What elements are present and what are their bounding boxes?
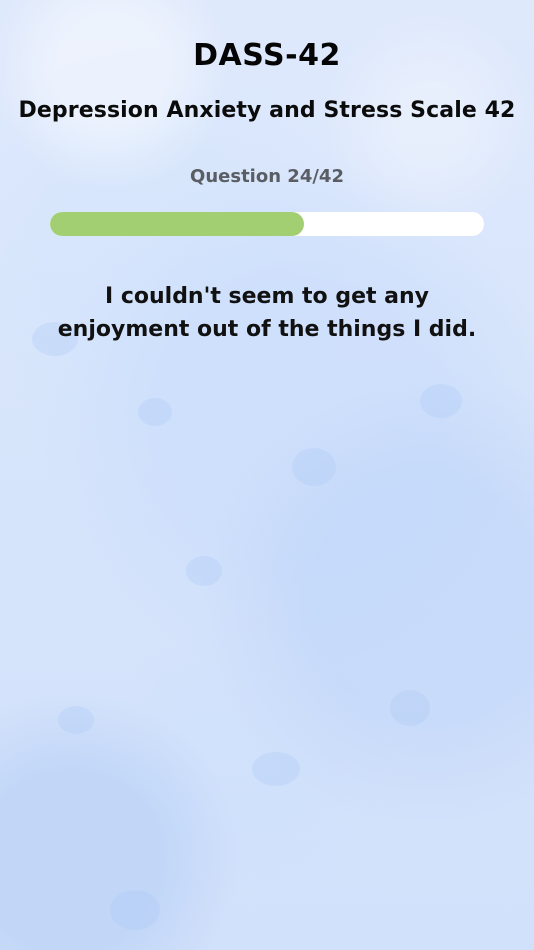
question-counter: Question 24/42 xyxy=(190,166,344,187)
progress-bar-fill xyxy=(50,212,305,236)
progress-bar xyxy=(50,212,484,236)
question-text: I couldn't seem to get any enjoyment out… xyxy=(57,284,477,342)
app-title: DASS-42 xyxy=(193,38,341,73)
app-subtitle: Depression Anxiety and Stress Scale 42 xyxy=(18,98,516,123)
quiz-screen: DASS-42 Depression Anxiety and Stress Sc… xyxy=(0,0,534,950)
